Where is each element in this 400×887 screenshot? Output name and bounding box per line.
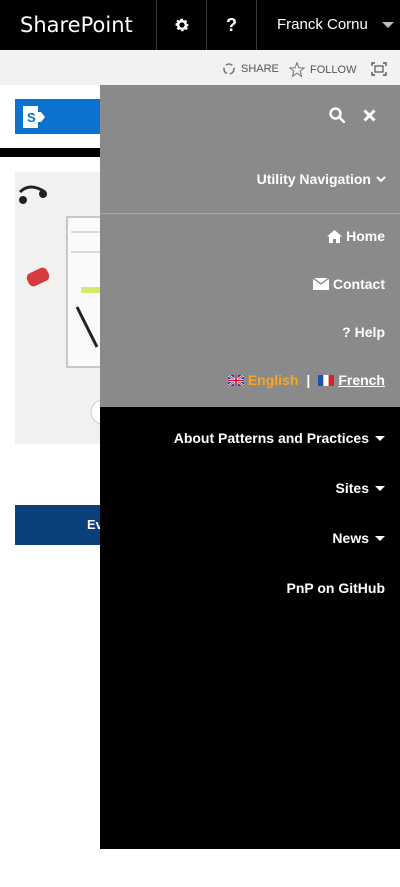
close-icon[interactable]: [363, 108, 376, 122]
nav-item-label: News: [332, 530, 369, 546]
page-black-band: [0, 148, 110, 157]
home-icon: [327, 229, 343, 243]
question-icon: ?: [342, 324, 351, 340]
share-button[interactable]: SHARE: [222, 62, 279, 76]
nav-item-news[interactable]: News: [332, 530, 385, 546]
hero-image: [15, 172, 105, 444]
page-action-button[interactable]: Ev: [15, 505, 110, 545]
follow-label: FOLLOW: [310, 63, 357, 76]
divider: [100, 213, 400, 214]
menu-tools: [329, 107, 376, 123]
language-switcher: English | French: [227, 372, 385, 388]
chevron-down-icon: [376, 175, 386, 182]
france-flag-icon: [318, 374, 335, 386]
nav-item-label: About Patterns and Practices: [173, 430, 369, 446]
share-icon: [223, 63, 235, 75]
caret-down-icon: [375, 485, 385, 491]
follow-button[interactable]: FOLLOW: [289, 62, 356, 77]
star-icon: [289, 62, 305, 77]
help-button[interactable]: ?: [207, 0, 256, 50]
settings-gear-icon[interactable]: [157, 0, 206, 50]
focus-on-content-icon[interactable]: [371, 62, 387, 79]
share-label: SHARE: [241, 63, 279, 75]
utility-link-home[interactable]: Home: [327, 228, 385, 244]
utility-navigation-toggle[interactable]: Utility Navigation: [257, 171, 386, 187]
sharepoint-brand-link[interactable]: SharePoint: [0, 0, 156, 50]
chevron-down-icon: [382, 22, 394, 28]
nav-item-pnp-on-github[interactable]: PnP on GitHub: [286, 580, 385, 596]
nav-item-sites[interactable]: Sites: [336, 480, 385, 496]
search-icon[interactable]: [329, 107, 345, 123]
language-english[interactable]: English: [248, 372, 299, 388]
caret-down-icon: [375, 435, 385, 441]
suite-bar: SharePoint ? Franck Cornu: [0, 0, 400, 50]
utility-link-label: Contact: [332, 276, 385, 292]
utility-link-label: Help: [354, 324, 385, 340]
user-name: Franck Cornu: [277, 16, 368, 33]
sharepoint-logo-icon: S: [23, 106, 45, 128]
ribbon-bar: SHARE FOLLOW: [0, 50, 400, 85]
nav-item-label: Sites: [335, 480, 369, 496]
envelope-icon: [312, 278, 329, 290]
utility-link-label: Home: [346, 228, 385, 244]
svg-text:S: S: [27, 110, 36, 125]
user-menu[interactable]: Franck Cornu: [257, 0, 400, 50]
main-navigation-panel: About Patterns and Practices Sites News …: [100, 407, 400, 849]
nav-item-about-patterns-and-practices[interactable]: About Patterns and Practices: [174, 430, 385, 446]
uk-flag-icon: [227, 374, 244, 386]
utility-navigation-panel: Utility Navigation Home Contact ? Help E…: [100, 85, 400, 407]
caret-down-icon: [375, 535, 385, 541]
nav-item-label: PnP on GitHub: [286, 580, 385, 596]
utility-navigation-title: Utility Navigation: [256, 171, 371, 187]
utility-link-help[interactable]: ? Help: [342, 324, 385, 340]
language-french[interactable]: French: [338, 372, 385, 388]
language-separator: |: [306, 372, 311, 388]
utility-link-contact[interactable]: Contact: [312, 276, 385, 292]
